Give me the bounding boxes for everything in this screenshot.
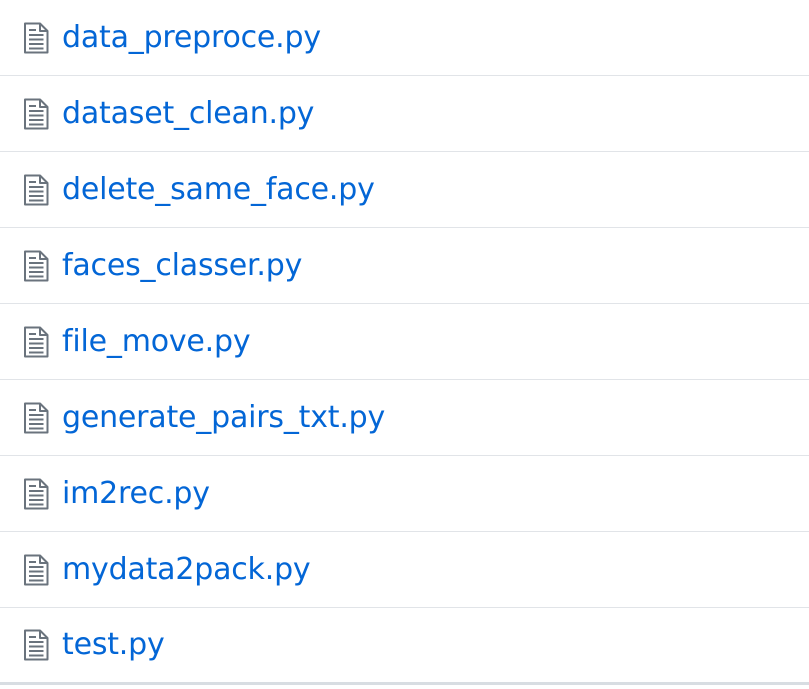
file-name-link[interactable]: generate_pairs_txt.py [62,402,385,433]
file-name-link[interactable]: im2rec.py [62,478,210,509]
file-row[interactable]: file_move.py [0,303,809,379]
file-row[interactable]: delete_same_face.py [0,151,809,227]
file-text-icon [22,628,50,662]
file-text-icon [22,249,50,283]
file-row[interactable]: mydata2pack.py [0,531,809,607]
file-text-icon [22,553,50,587]
file-name-link[interactable]: dataset_clean.py [62,98,314,129]
file-row[interactable]: data_preproce.py [0,0,809,75]
file-text-icon [22,173,50,207]
file-row[interactable]: generate_pairs_txt.py [0,379,809,455]
file-name-link[interactable]: test.py [62,630,165,660]
file-name-link[interactable]: delete_same_face.py [62,174,375,205]
file-name-link[interactable]: mydata2pack.py [62,554,311,585]
file-name-link[interactable]: file_move.py [62,326,251,357]
file-row[interactable]: im2rec.py [0,455,809,531]
file-text-icon [22,477,50,511]
file-text-icon [22,21,50,55]
file-text-icon [22,325,50,359]
file-name-link[interactable]: data_preproce.py [62,22,321,53]
file-text-icon [22,401,50,435]
file-name-link[interactable]: faces_classer.py [62,250,302,281]
file-list: data_preproce.py dataset_clean.py delete… [0,0,809,685]
file-row[interactable]: dataset_clean.py [0,75,809,151]
file-row[interactable]: test.py [0,607,809,682]
file-text-icon [22,97,50,131]
file-row[interactable]: faces_classer.py [0,227,809,303]
